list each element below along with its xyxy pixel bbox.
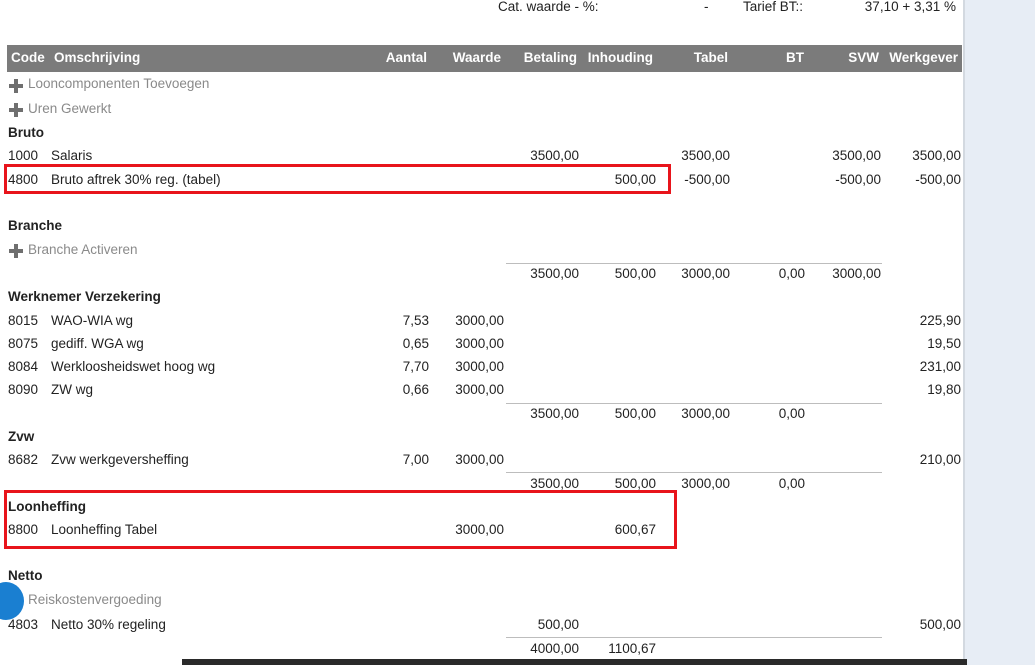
subtotal-tabel: 3000,00 xyxy=(681,266,730,281)
col-header-svw: SVW xyxy=(848,50,879,65)
row-code: 1000 xyxy=(8,148,39,163)
subtotal-betaling: 3500,00 xyxy=(530,266,579,281)
subtotal-inhouding: 500,00 xyxy=(614,266,656,281)
plus-icon xyxy=(9,244,23,258)
section-zvw: Zvw xyxy=(8,429,35,444)
row-desc: Loonheffing Tabel xyxy=(51,522,158,537)
subtotal-bt: 0,00 xyxy=(778,266,805,281)
section-netto: Netto xyxy=(8,568,43,583)
col-header-tabel: Tabel xyxy=(693,50,728,65)
subtotal-tabel: 3000,00 xyxy=(681,406,730,421)
subtotal-svw: 3000,00 xyxy=(832,266,881,281)
col-header-omschrijving: Omschrijving xyxy=(54,50,141,65)
section-branche: Branche xyxy=(8,218,63,233)
subtotal-betaling: 3500,00 xyxy=(530,406,579,421)
subtotal-inhouding: 1100,67 xyxy=(608,641,656,656)
row-tabel: 3500,00 xyxy=(681,148,730,163)
row-desc: Salaris xyxy=(51,148,93,163)
col-header-bt: BT xyxy=(786,50,804,65)
uren-gewerkt-label: Uren Gewerkt xyxy=(28,101,112,116)
row-aantal: 7,00 xyxy=(402,452,429,467)
branche-activeren-label: Branche Activeren xyxy=(28,242,138,257)
row-code: 8090 xyxy=(8,382,39,397)
highlight-box-bruto-aftrek xyxy=(4,164,671,194)
subtotal-line xyxy=(506,472,882,473)
row-waarde: 3000,00 xyxy=(455,336,504,351)
col-header-betaling: Betaling xyxy=(523,50,577,65)
plus-icon xyxy=(9,79,23,93)
row-aantal: 7,70 xyxy=(402,359,429,374)
row-desc: gediff. WGA wg xyxy=(51,336,144,351)
section-bruto: Bruto xyxy=(8,125,44,140)
col-header-waarde: Waarde xyxy=(452,50,501,65)
row-werkgever: 19,80 xyxy=(927,382,961,397)
row-aantal: 7,53 xyxy=(402,313,429,328)
col-header-inhouding: Inhouding xyxy=(587,50,653,65)
row-svw: 3500,00 xyxy=(832,148,881,163)
add-looncomponenten-label: Looncomponenten Toevoegen xyxy=(28,76,210,91)
row-betaling: 3500,00 xyxy=(530,148,579,163)
row-werkgever: 500,00 xyxy=(919,617,961,632)
row-werkgever: 19,50 xyxy=(927,336,961,351)
row-code: 8084 xyxy=(8,359,39,374)
row-svw: -500,00 xyxy=(835,172,881,187)
subtotal-betaling: 4000,00 xyxy=(530,641,579,656)
row-waarde: 3000,00 xyxy=(455,359,504,374)
reiskostenvergoeding-label: Reiskostenvergoeding xyxy=(28,592,162,607)
side-background xyxy=(965,0,1035,665)
cat-waarde-value: - xyxy=(704,0,709,14)
row-waarde: 3000,00 xyxy=(455,313,504,328)
col-header-werkgever: Werkgever xyxy=(889,50,958,65)
row-waarde: 3000,00 xyxy=(455,452,504,467)
row-aantal: 0,65 xyxy=(402,336,429,351)
tarief-bt-label: Tarief BT:: xyxy=(743,0,804,14)
chat-bubble-icon[interactable] xyxy=(0,582,24,620)
section-loonheffing: Loonheffing xyxy=(8,499,86,514)
row-desc: Zvw werkgevers­heffing xyxy=(51,452,189,467)
subtotal-line xyxy=(506,403,882,404)
row-werkgever: -500,00 xyxy=(915,172,961,187)
section-werknemer-verzekering: Werknemer Verzekering xyxy=(8,289,161,304)
row-aantal: 0,66 xyxy=(402,382,429,397)
row-desc: Werkloosheidswet hoog wg xyxy=(51,359,216,374)
row-code: 8682 xyxy=(8,452,39,467)
subtotal-inhouding: 500,00 xyxy=(614,406,656,421)
row-werkgever: 225,90 xyxy=(919,313,961,328)
row-inhouding: 600,67 xyxy=(614,522,656,537)
row-desc: Netto 30% regeling xyxy=(51,617,166,632)
row-code: 8075 xyxy=(8,336,39,351)
row-code: 8800 xyxy=(8,522,39,537)
row-betaling: 500,00 xyxy=(537,617,579,632)
col-header-aantal: Aantal xyxy=(385,50,427,65)
subtotal-bt: 0,00 xyxy=(778,406,805,421)
row-waarde: 3000,00 xyxy=(455,522,504,537)
plus-icon xyxy=(9,103,23,117)
row-werkgever: 231,00 xyxy=(919,359,961,374)
row-code: 8015 xyxy=(8,313,39,328)
tarief-bt-value: 37,10 + 3,31 % xyxy=(864,0,956,14)
row-desc: ZW wg xyxy=(51,382,93,397)
bottom-bar xyxy=(182,659,967,665)
subtotal-bt: 0,00 xyxy=(778,476,805,491)
subtotal-line xyxy=(506,263,882,264)
row-waarde: 3000,00 xyxy=(455,382,504,397)
cat-waarde-label: Cat. waarde - %: xyxy=(498,0,599,14)
subtotal-line xyxy=(506,637,882,638)
row-werkgever: 3500,00 xyxy=(912,148,961,163)
row-werkgever: 210,00 xyxy=(919,452,961,467)
col-header-code: Code xyxy=(11,50,45,65)
row-desc: WAO-WIA wg xyxy=(51,313,134,328)
highlight-box-loonheffing xyxy=(4,490,677,549)
